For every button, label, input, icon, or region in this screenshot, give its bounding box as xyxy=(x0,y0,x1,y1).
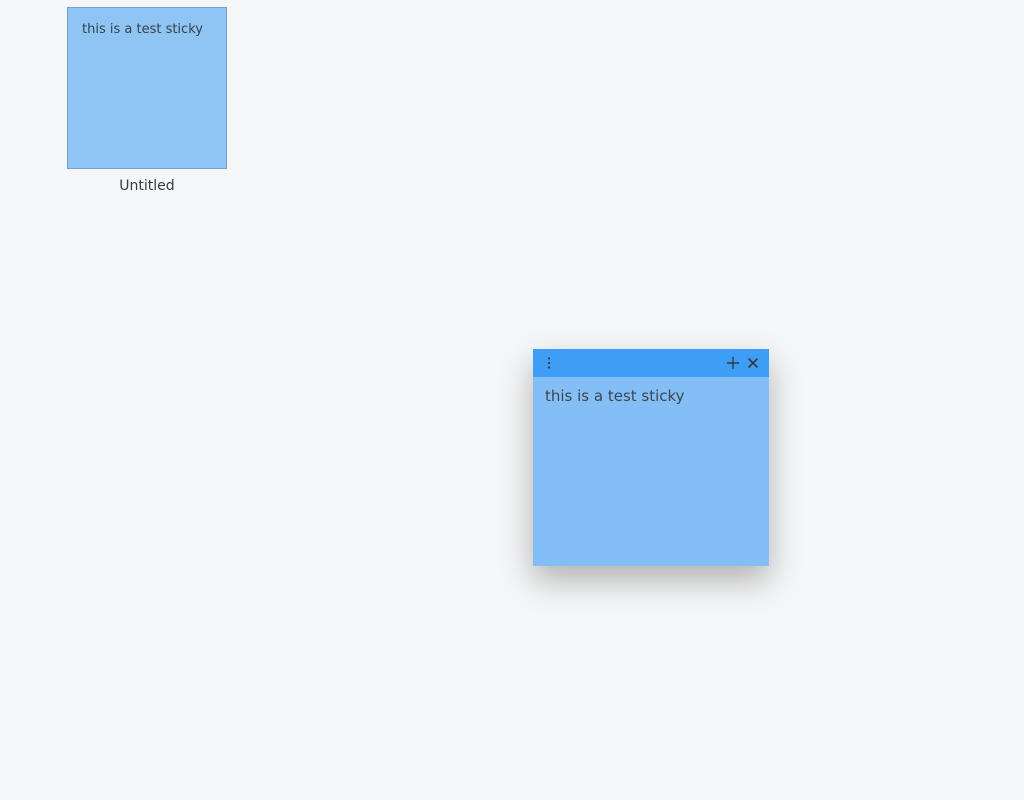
plus-icon xyxy=(726,356,740,370)
sticky-thumbnail-item: this is a test sticky Untitled xyxy=(67,7,227,194)
more-vertical-icon xyxy=(543,356,555,370)
sticky-note-titlebar[interactable] xyxy=(533,349,769,377)
sticky-thumbnail-label: Untitled xyxy=(119,178,174,194)
sticky-note-window[interactable]: this is a test sticky xyxy=(533,349,769,566)
close-icon xyxy=(747,357,759,369)
sticky-thumbnail-content: this is a test sticky xyxy=(82,22,203,37)
menu-button[interactable] xyxy=(539,353,559,373)
close-button[interactable] xyxy=(743,353,763,373)
sticky-note-body[interactable]: this is a test sticky xyxy=(533,377,769,566)
new-note-button[interactable] xyxy=(723,353,743,373)
sticky-thumbnail[interactable]: this is a test sticky xyxy=(67,7,227,169)
